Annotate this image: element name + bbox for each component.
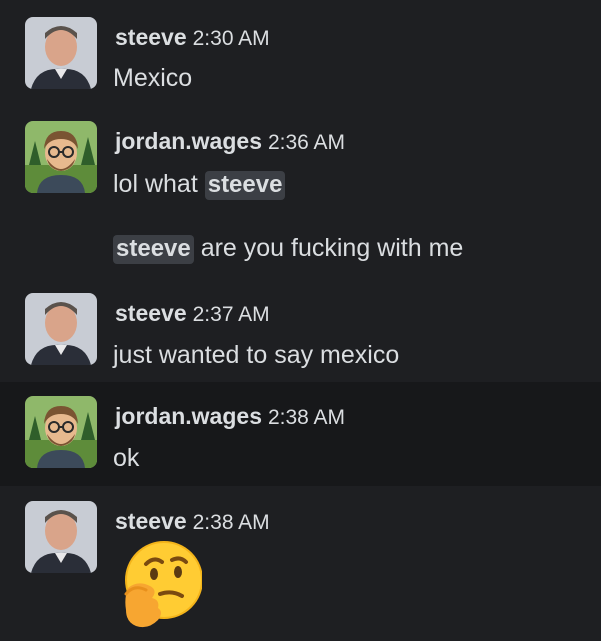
- message-text: Mexico: [113, 64, 193, 92]
- person-avatar-icon: [25, 17, 97, 89]
- message-text-content: are you fucking with me: [200, 234, 464, 262]
- author-name[interactable]: jordan.wages: [115, 128, 262, 154]
- user-mention[interactable]: steeve: [204, 171, 286, 200]
- thinking-face-icon[interactable]: [120, 540, 202, 630]
- message-group[interactable]: jordan.wages 2:38 AM ok: [0, 382, 601, 486]
- cartoon-avatar-icon: [25, 396, 97, 468]
- message-text: just wanted to say mexico: [113, 341, 400, 369]
- message-text-content: lol what: [113, 170, 198, 198]
- avatar-steeve[interactable]: [25, 501, 97, 573]
- message-header: jordan.wages 2:38 AM: [115, 402, 345, 434]
- message-text: ok: [113, 444, 140, 472]
- user-mention[interactable]: steeve: [113, 235, 194, 264]
- message-group[interactable]: steeve 2:37 AM just wanted to say mexico: [0, 286, 601, 382]
- author-name[interactable]: steeve: [115, 508, 187, 534]
- timestamp[interactable]: 2:38 AM: [268, 406, 345, 429]
- message-text: steeve are you fucking with me: [113, 232, 463, 265]
- message-header: steeve 2:38 AM: [115, 507, 270, 539]
- cartoon-avatar-icon: [25, 121, 97, 193]
- message-text: lol what steeve: [113, 168, 286, 201]
- author-name[interactable]: steeve: [115, 300, 187, 326]
- avatar-jordan-wages[interactable]: [25, 121, 97, 193]
- message-header: steeve 2:30 AM: [115, 23, 270, 55]
- message-header: steeve 2:37 AM: [115, 299, 270, 331]
- timestamp[interactable]: 2:36 AM: [268, 131, 345, 154]
- avatar-steeve[interactable]: [25, 17, 97, 89]
- avatar-jordan-wages[interactable]: [25, 396, 97, 468]
- author-name[interactable]: jordan.wages: [115, 403, 262, 429]
- avatar-steeve[interactable]: [25, 293, 97, 365]
- author-name[interactable]: steeve: [115, 24, 187, 50]
- person-avatar-icon: [25, 293, 97, 365]
- timestamp[interactable]: 2:30 AM: [193, 27, 270, 50]
- timestamp[interactable]: 2:38 AM: [193, 511, 270, 534]
- message-group[interactable]: jordan.wages 2:36 AM lol what steeve stee…: [0, 108, 601, 286]
- timestamp[interactable]: 2:37 AM: [193, 303, 270, 326]
- message-group[interactable]: steeve 2:30 AM Mexico: [0, 0, 601, 108]
- message-group[interactable]: steeve 2:38 AM: [0, 486, 601, 641]
- message-header: jordan.wages 2:36 AM: [115, 127, 345, 159]
- person-avatar-icon: [25, 501, 97, 573]
